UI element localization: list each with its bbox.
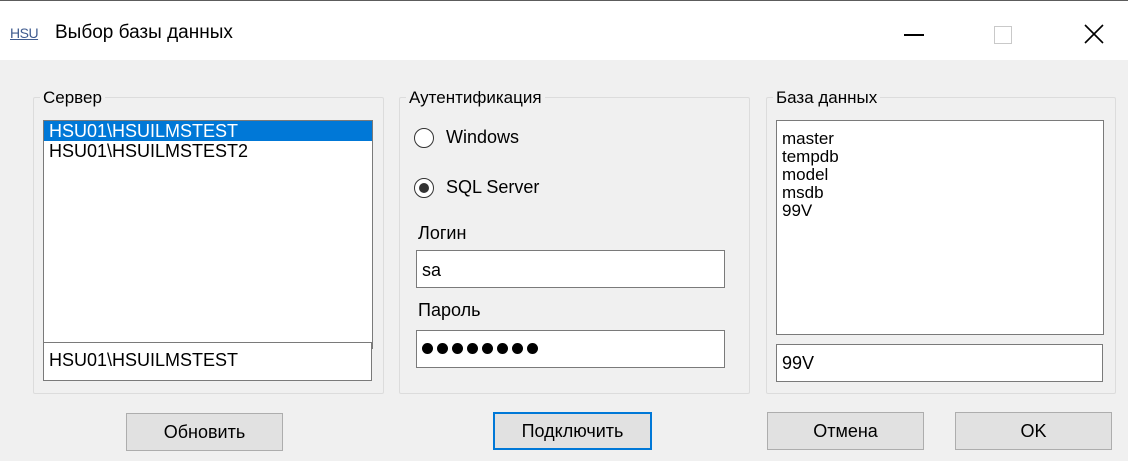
window-title: Выбор базы данных	[55, 22, 233, 43]
password-dot	[452, 343, 463, 354]
server-list-item[interactable]: HSU01\HSUILMSTEST	[44, 121, 372, 141]
close-icon[interactable]	[1062, 12, 1126, 56]
password-dot	[437, 343, 448, 354]
refresh-button[interactable]: Обновить	[126, 413, 283, 451]
radio-unchecked-icon[interactable]	[414, 127, 434, 148]
minimize-icon[interactable]	[880, 12, 944, 56]
app-icon: HSU	[10, 25, 39, 41]
login-field[interactable]: sa	[416, 250, 725, 288]
database-list-item[interactable]: msdb	[777, 184, 1103, 202]
login-label: Логин	[418, 223, 467, 243]
password-dot	[512, 343, 523, 354]
radio-checked-icon[interactable]	[414, 177, 434, 198]
password-dot	[482, 343, 493, 354]
database-list-item[interactable]: master	[777, 130, 1103, 148]
cancel-button[interactable]: Отмена	[767, 412, 924, 450]
password-dot	[527, 343, 538, 354]
database-list[interactable]: master tempdb model msdb 99V	[776, 120, 1104, 335]
database-list-item[interactable]: model	[777, 166, 1103, 184]
password-dot	[467, 343, 478, 354]
connect-button[interactable]: Подключить	[493, 412, 652, 450]
password-mask	[422, 343, 538, 354]
sql-auth-radio[interactable]: SQL Server	[414, 177, 539, 198]
database-list-item[interactable]: tempdb	[777, 148, 1103, 166]
database-group-label: База данных	[773, 88, 881, 108]
title-bar: HSU Выбор базы данных	[0, 0, 1128, 60]
password-dot	[497, 343, 508, 354]
server-group-label: Сервер	[40, 88, 105, 108]
sql-auth-label: SQL Server	[446, 177, 540, 197]
auth-group-label: Аутентификация	[406, 88, 545, 108]
database-field[interactable]: 99V	[776, 344, 1103, 382]
database-list-item[interactable]: 99V	[777, 202, 1103, 220]
server-list[interactable]: HSU01\HSUILMSTEST HSU01\HSUILMSTEST2	[43, 120, 373, 349]
windows-auth-radio[interactable]: Windows	[414, 127, 519, 148]
password-field[interactable]	[416, 330, 725, 368]
password-dot	[422, 343, 433, 354]
maximize-icon	[970, 12, 1034, 56]
server-list-item[interactable]: HSU01\HSUILMSTEST2	[44, 141, 372, 161]
server-field[interactable]: HSU01\HSUILMSTEST	[43, 342, 372, 381]
password-label: Пароль	[418, 300, 481, 320]
ok-button[interactable]: OK	[955, 412, 1112, 450]
windows-auth-label: Windows	[446, 127, 520, 147]
